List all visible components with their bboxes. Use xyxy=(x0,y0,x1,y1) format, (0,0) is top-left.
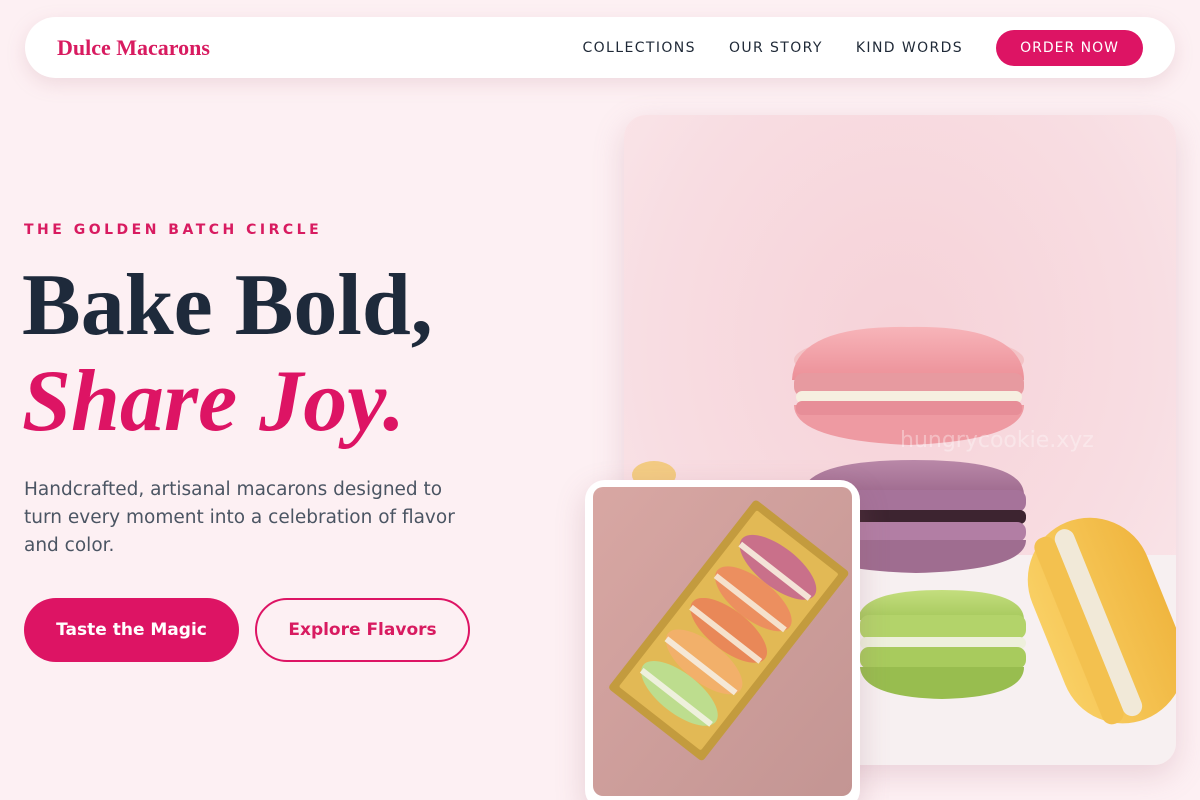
hero-description: Handcrafted, artisanal macarons designed… xyxy=(24,479,455,556)
nav-link-our-story[interactable]: OUR STORY xyxy=(729,40,823,56)
brand-logo[interactable]: Dulce Macarons xyxy=(57,35,210,61)
hero-eyebrow: THE GOLDEN BATCH CIRCLE xyxy=(24,222,323,238)
taste-the-magic-button[interactable]: Taste the Magic xyxy=(24,598,239,662)
macaron-box-photo xyxy=(593,487,852,796)
nav-link-collections[interactable]: COLLECTIONS xyxy=(582,40,695,56)
explore-flavors-button[interactable]: Explore Flavors xyxy=(255,598,470,662)
macaron-box-illustration xyxy=(593,487,852,796)
macaron-box-card xyxy=(585,480,860,800)
top-navbar: Dulce Macarons COLLECTIONS OUR STORY KIN… xyxy=(25,17,1175,78)
nav-links: COLLECTIONS OUR STORY KIND WORDS ORDER N… xyxy=(549,29,1143,66)
watermark-text: hungrycookie.xyz xyxy=(900,428,1094,453)
order-now-button[interactable]: ORDER NOW xyxy=(996,29,1143,66)
headline-line-1: Bake Bold, xyxy=(22,257,433,354)
headline-line-2: Share Joy. xyxy=(22,353,405,450)
hero-headline: Bake Bold, Share Joy. xyxy=(22,258,433,450)
nav-link-kind-words[interactable]: KIND WORDS xyxy=(856,40,963,56)
